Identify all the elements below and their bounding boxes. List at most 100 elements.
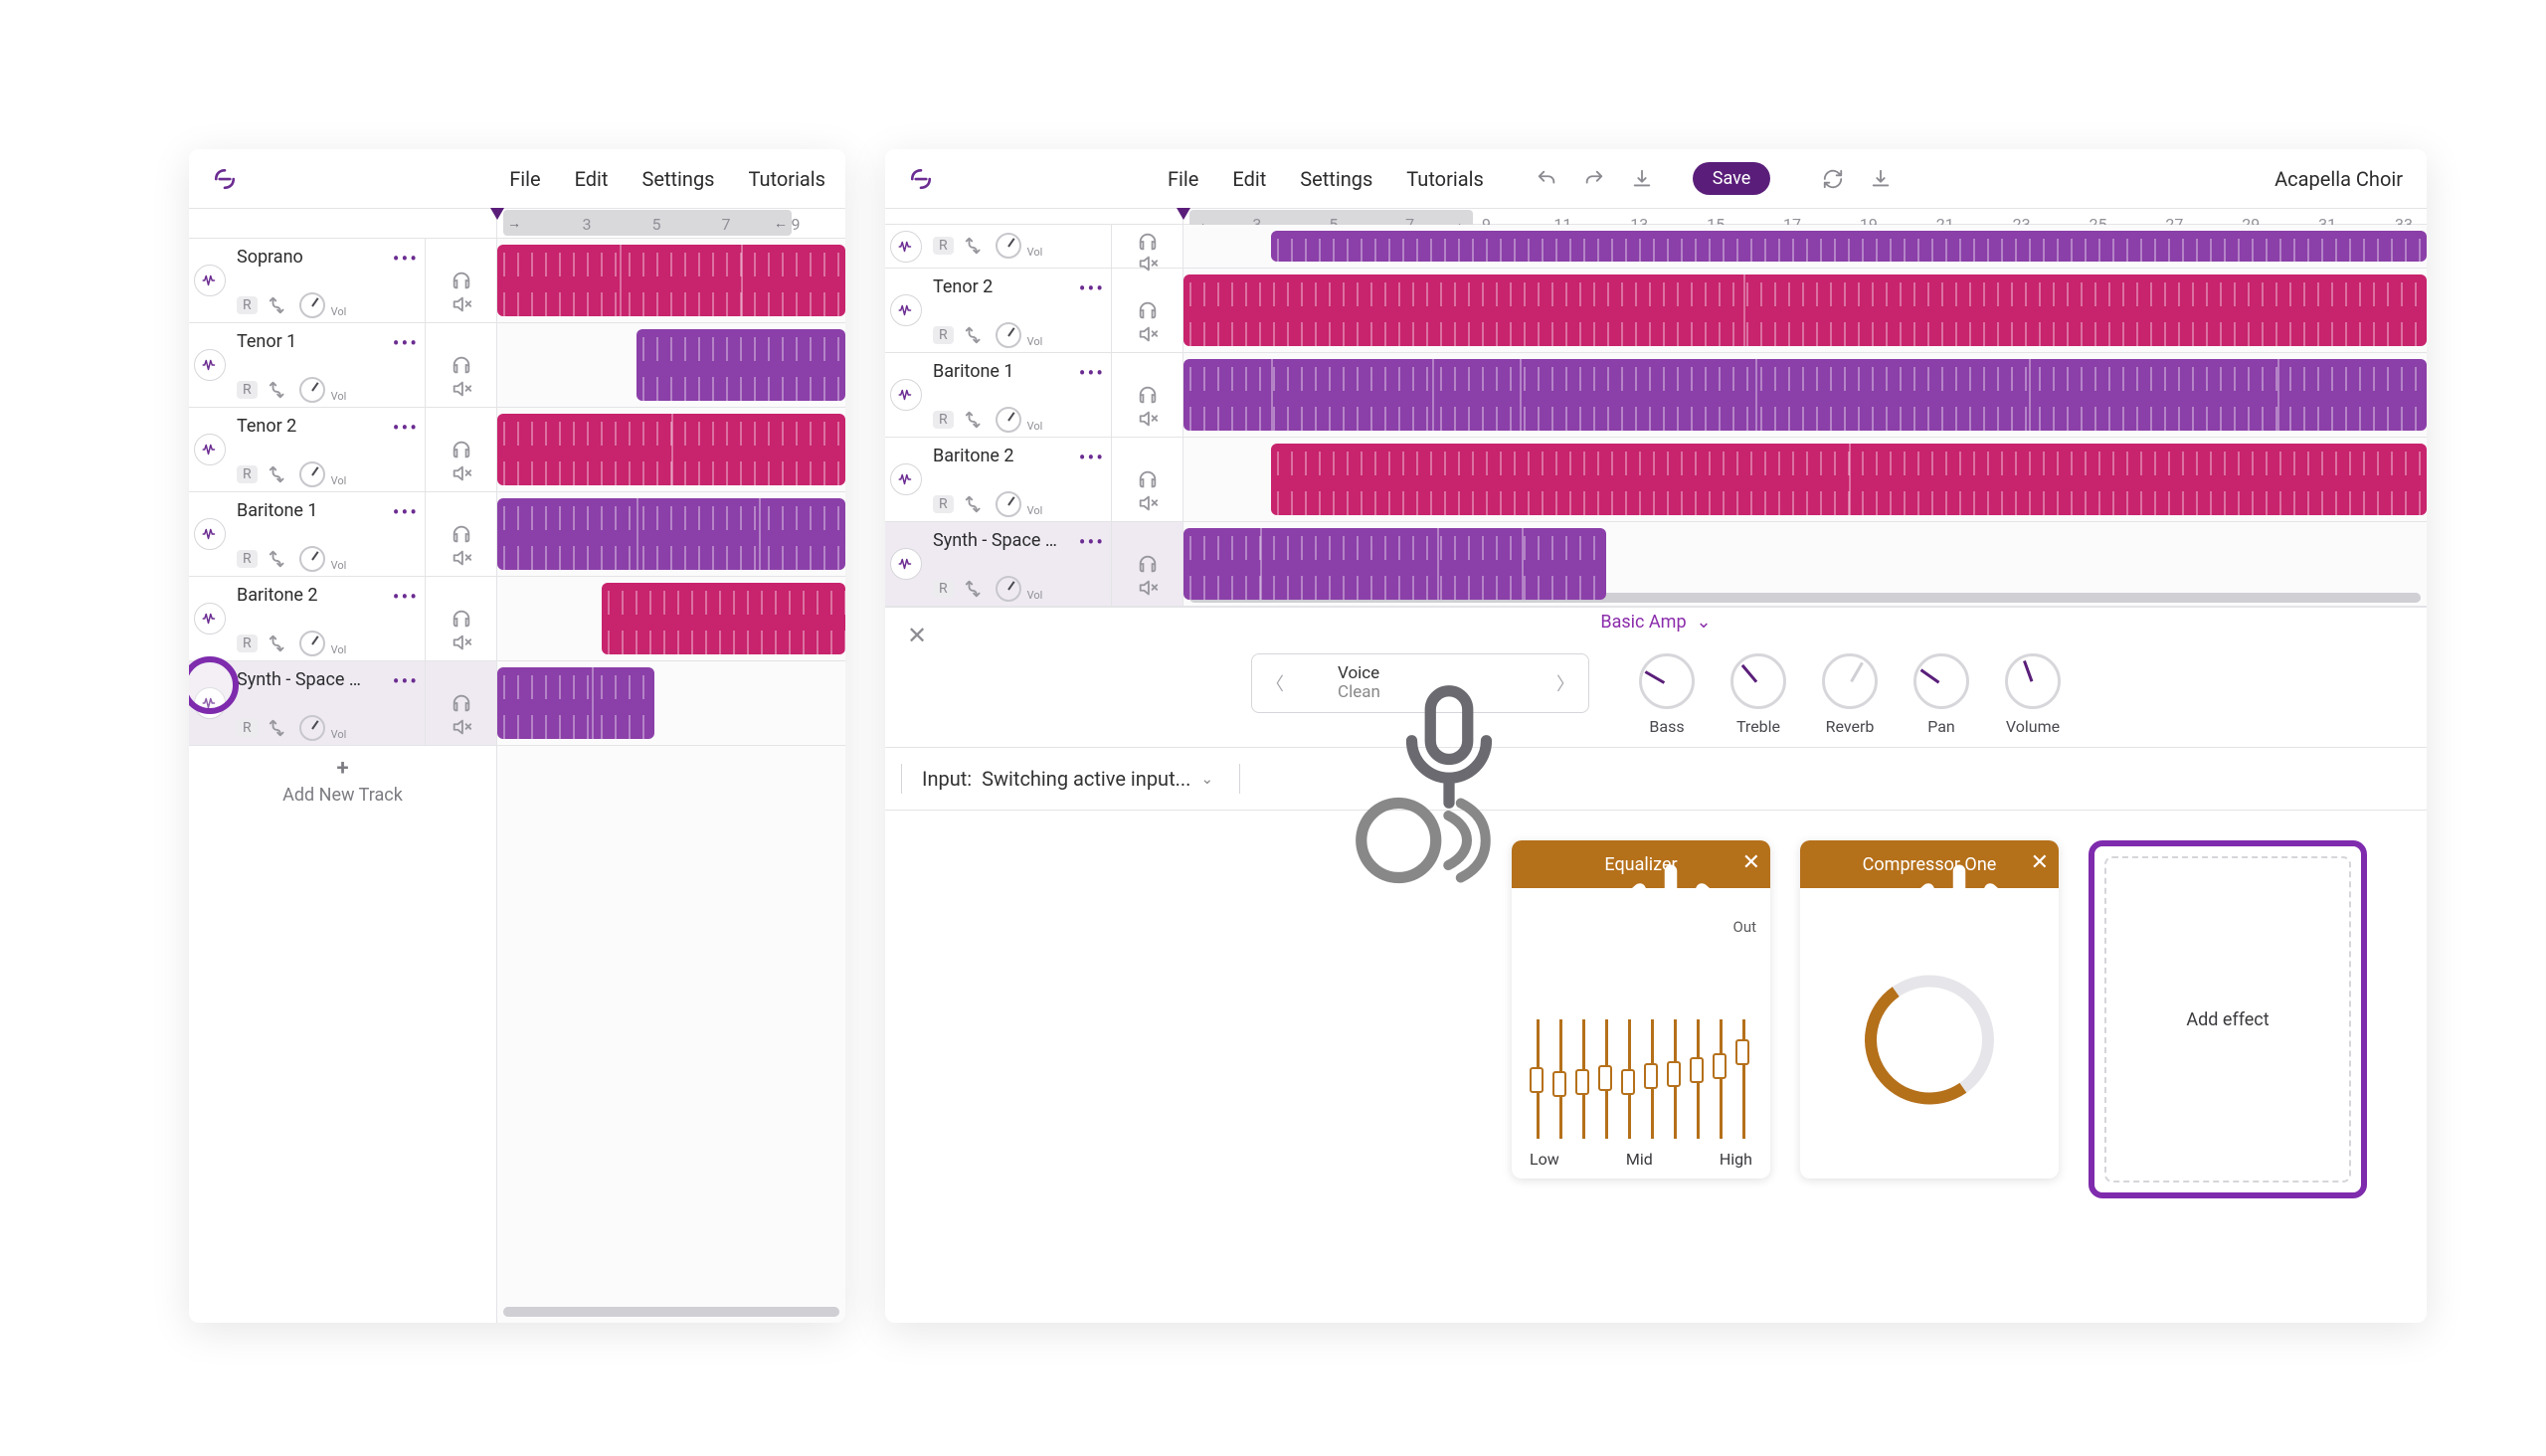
track-type-icon[interactable] xyxy=(194,603,226,635)
record-arm-chip[interactable]: R xyxy=(933,495,954,513)
track-type-icon[interactable] xyxy=(194,434,226,465)
audio-clip[interactable] xyxy=(1271,231,2428,262)
track-row[interactable]: Tenor 1 R Vol ••• xyxy=(189,323,496,408)
timeline-lanes[interactable] xyxy=(1183,225,2427,607)
input-selector[interactable]: Input: Switching active input... ⌄ xyxy=(922,767,1213,791)
mute-icon[interactable] xyxy=(451,293,472,315)
close-icon[interactable]: ✕ xyxy=(1742,850,1760,875)
eq-slider[interactable] xyxy=(1674,1019,1677,1139)
knob-reverb[interactable] xyxy=(1822,653,1878,709)
knob-volume[interactable] xyxy=(2005,653,2061,709)
mute-icon[interactable] xyxy=(451,716,472,738)
track-menu-icon[interactable]: ••• xyxy=(393,416,419,440)
volume-knob[interactable] xyxy=(996,576,1021,602)
eq-slider[interactable] xyxy=(1537,1019,1540,1139)
monitoring-icon[interactable] xyxy=(1268,766,1294,792)
volume-knob[interactable] xyxy=(996,322,1021,348)
volume-knob[interactable] xyxy=(299,461,325,487)
track-type-icon[interactable] xyxy=(890,294,922,326)
audio-clip[interactable] xyxy=(636,329,845,401)
voice-preset-box[interactable]: 〈 Voice Clean 〉 xyxy=(1251,653,1589,713)
refresh-icon[interactable] xyxy=(1822,168,1844,190)
amp-preset-selector[interactable]: Basic Amp ⌄ xyxy=(1600,612,1711,633)
headphones-icon[interactable] xyxy=(451,439,472,460)
playhead-marker[interactable] xyxy=(490,208,504,220)
track-menu-icon[interactable]: ••• xyxy=(1079,276,1105,300)
record-arm-chip[interactable]: R xyxy=(237,550,258,568)
fx-card-equalizer[interactable]: Equalizer ✕ Out Low Mid High xyxy=(1512,840,1770,1179)
track-menu-icon[interactable]: ••• xyxy=(1079,446,1105,469)
record-arm-chip[interactable]: R xyxy=(237,719,258,737)
knob-treble[interactable] xyxy=(1730,653,1786,709)
volume-knob[interactable] xyxy=(299,715,325,741)
volume-knob[interactable] xyxy=(299,631,325,656)
compressor-dial[interactable] xyxy=(1865,976,1994,1105)
eq-slider[interactable] xyxy=(1628,1019,1631,1139)
playhead-marker[interactable] xyxy=(1177,208,1190,220)
track-menu-icon[interactable]: ••• xyxy=(1079,530,1105,554)
eq-slider[interactable] xyxy=(1651,1019,1654,1139)
headphones-icon[interactable] xyxy=(1137,384,1159,406)
track-row[interactable]: Baritone 2 R Vol ••• xyxy=(189,577,496,661)
track-row[interactable]: Baritone 1 R Vol ••• xyxy=(885,353,1182,438)
headphones-icon[interactable] xyxy=(451,608,472,630)
track-row[interactable]: Synth - Space A... R Vol ••• xyxy=(885,522,1182,607)
track-row[interactable]: Tenor 2 R Vol ••• xyxy=(189,408,496,492)
horizontal-scrollbar[interactable] xyxy=(503,1307,839,1317)
eq-slider[interactable] xyxy=(1582,1019,1585,1139)
timeline-ruler[interactable]: → ← 3579111315171921232527293133 xyxy=(885,209,2427,225)
record-arm-chip[interactable]: R xyxy=(933,237,954,255)
routing-icon[interactable] xyxy=(268,633,289,654)
knob-pan[interactable] xyxy=(1913,653,1969,709)
menu-edit[interactable]: Edit xyxy=(1232,167,1266,191)
audio-clip[interactable] xyxy=(1183,528,1606,600)
audio-clip[interactable] xyxy=(1271,444,2428,515)
record-arm-chip[interactable]: R xyxy=(933,580,954,598)
audio-clip[interactable] xyxy=(497,414,845,485)
track-row[interactable]: R Vol xyxy=(885,225,1182,269)
menu-tutorials[interactable]: Tutorials xyxy=(1406,167,1484,191)
mute-icon[interactable] xyxy=(1137,408,1159,430)
loop-end-arrow[interactable]: ← xyxy=(774,215,788,232)
audio-clip[interactable] xyxy=(497,245,845,316)
record-arm-chip[interactable]: R xyxy=(933,326,954,344)
headphones-icon[interactable] xyxy=(451,270,472,291)
track-type-icon[interactable] xyxy=(194,518,226,550)
eq-slider[interactable] xyxy=(1720,1019,1723,1139)
mute-icon[interactable] xyxy=(1137,577,1159,599)
menu-file[interactable]: File xyxy=(1168,167,1198,191)
add-effect-slot[interactable]: Add effect xyxy=(2089,840,2367,1198)
menu-settings[interactable]: Settings xyxy=(641,167,714,191)
volume-knob[interactable] xyxy=(996,233,1021,259)
save-button[interactable]: Save xyxy=(1693,162,1771,195)
menu-settings[interactable]: Settings xyxy=(1300,167,1372,191)
headphones-icon[interactable] xyxy=(1137,553,1159,575)
track-menu-icon[interactable]: ••• xyxy=(393,500,419,524)
track-menu-icon[interactable]: ••• xyxy=(393,247,419,271)
routing-icon[interactable] xyxy=(964,409,986,431)
routing-icon[interactable] xyxy=(268,548,289,570)
mute-icon[interactable] xyxy=(451,462,472,484)
menu-file[interactable]: File xyxy=(509,167,540,191)
eq-slider[interactable] xyxy=(1697,1019,1700,1139)
track-type-icon[interactable] xyxy=(194,349,226,381)
power-icon[interactable] xyxy=(1810,852,1832,874)
track-menu-icon[interactable]: ••• xyxy=(393,669,419,693)
track-row[interactable]: Baritone 2 R Vol ••• xyxy=(885,438,1182,522)
track-type-icon[interactable] xyxy=(890,379,922,411)
loop-start-arrow[interactable]: → xyxy=(507,215,521,232)
routing-icon[interactable] xyxy=(964,578,986,600)
routing-icon[interactable] xyxy=(268,717,289,739)
track-type-icon[interactable] xyxy=(890,231,922,263)
record-arm-chip[interactable]: R xyxy=(237,296,258,314)
mute-icon[interactable] xyxy=(1137,492,1159,514)
routing-icon[interactable] xyxy=(964,493,986,515)
volume-knob[interactable] xyxy=(996,491,1021,517)
headphones-icon[interactable] xyxy=(1137,231,1159,253)
track-menu-icon[interactable]: ••• xyxy=(393,331,419,355)
mute-icon[interactable] xyxy=(451,547,472,569)
routing-icon[interactable] xyxy=(964,324,986,346)
download-icon[interactable] xyxy=(1870,168,1892,190)
headphones-icon[interactable] xyxy=(451,354,472,376)
headphones-icon[interactable] xyxy=(1137,468,1159,490)
